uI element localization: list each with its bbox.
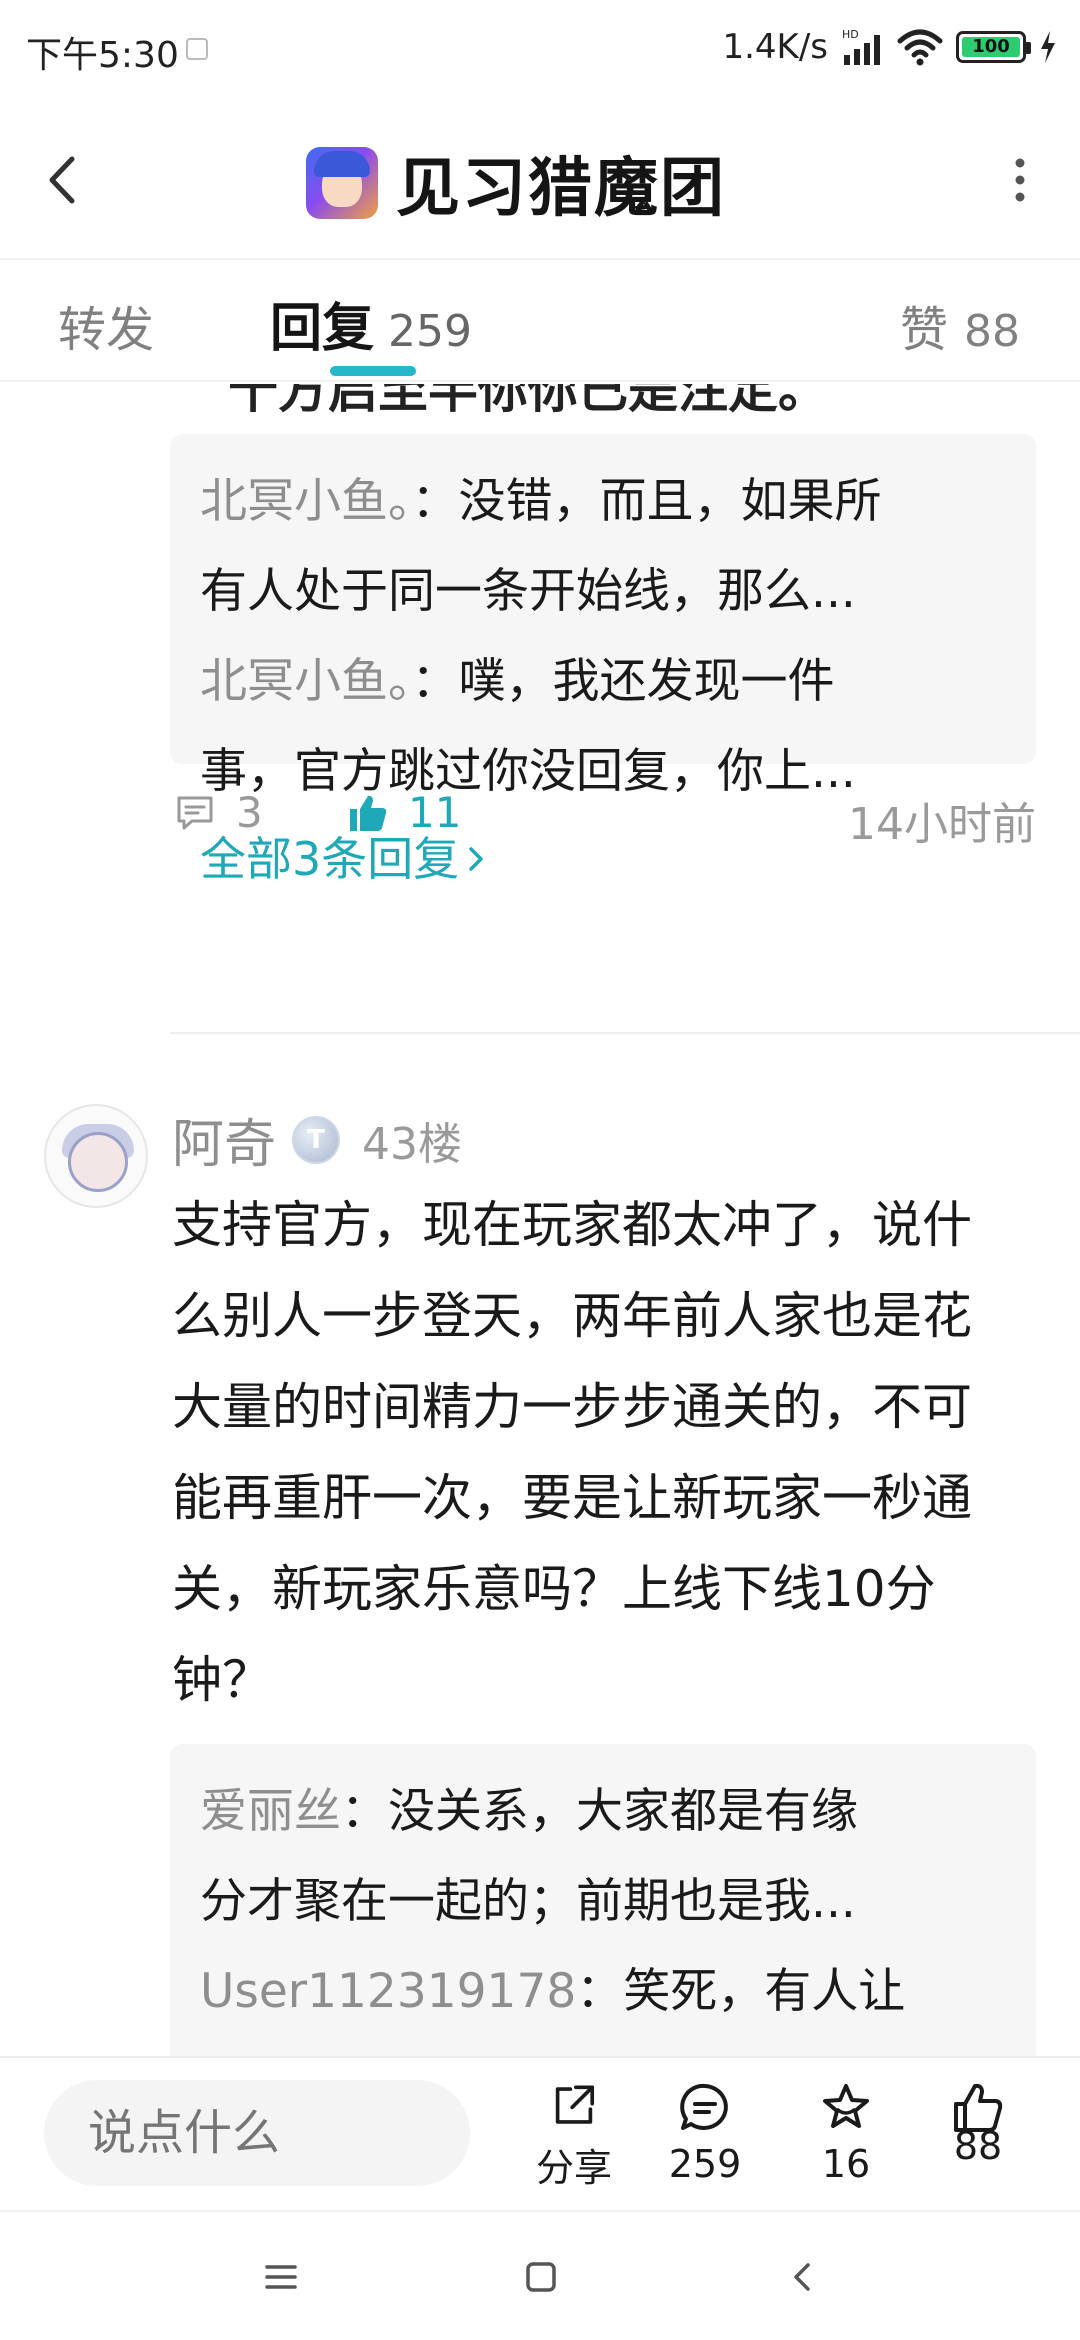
level-badge: T: [292, 1115, 341, 1164]
battery-icon: 100: [956, 31, 1031, 63]
group-title[interactable]: 见习猎魔团: [306, 140, 726, 226]
sub-reply[interactable]: User112319178：笑死，有人让: [200, 1946, 1006, 2038]
star-icon: [823, 2084, 869, 2128]
share-label: 分享: [535, 2146, 612, 2190]
menu-button[interactable]: [246, 2242, 316, 2312]
page-title: 见习猎魔团: [396, 152, 726, 226]
system-navigation-bar: [0, 2210, 1080, 2340]
like-button[interactable]: 88: [918, 2080, 1038, 2192]
home-icon: [526, 2262, 556, 2292]
sub-reply-user[interactable]: User112319178: [200, 1964, 576, 2019]
sub-reply-colon: ：: [411, 654, 459, 709]
sub-reply-continuation: 有人处于同一条开始线，那么...: [200, 564, 856, 619]
wifi-icon: [897, 29, 943, 66]
back-icon: [49, 156, 75, 204]
comment-input[interactable]: [44, 2080, 470, 2186]
reply-timestamp: 14小时前: [848, 799, 1036, 850]
avatar[interactable]: [44, 1104, 148, 1208]
top-app-bar: 见习猎魔团: [0, 100, 1080, 260]
tab-active-indicator: [330, 366, 416, 376]
status-indicators: 1.4K/s HD 100: [722, 24, 1058, 70]
share-button[interactable]: 分享: [514, 2080, 634, 2192]
menu-icon: [265, 2265, 297, 2289]
avatar-face: [68, 1132, 128, 1192]
tab-like-label: 赞: [899, 302, 948, 358]
tab-reply[interactable]: 回复 259: [270, 286, 472, 361]
reply-body[interactable]: 支持官方，现在玩家都太冲了，说什么别人一步登天，两年前人家也是花大量的时间精力一…: [172, 1180, 1012, 1726]
sub-reply[interactable]: 北冥小鱼。：噗，我还发现一件: [200, 636, 1006, 728]
tab-like[interactable]: 赞 88: [900, 290, 1020, 360]
post-tabs: 转发 回复 259 赞 88: [0, 262, 1080, 382]
sub-reply-continuation: 分才聚在一起的；前期也是我...: [200, 1874, 856, 1929]
home-button[interactable]: [506, 2242, 576, 2312]
reply-divider: [170, 1032, 1080, 1034]
more-button[interactable]: [990, 150, 1050, 210]
floor-number: 43楼: [362, 1118, 463, 1170]
sub-reply-box[interactable]: 爱丽丝：没关系，大家都是有缘 分才聚在一起的；前期也是我... User1123…: [170, 1744, 1036, 2056]
tab-like-count: 88: [964, 306, 1020, 357]
status-bar: 下午5:30 1.4K/s HD 100: [0, 0, 1080, 100]
previous-post-cut-text: 十方启至半你你已是注定。: [228, 384, 828, 419]
sub-reply-box[interactable]: 北冥小鱼。：没错，而且，如果所 有人处于同一条开始线，那么... 北冥小鱼。：噗…: [170, 434, 1036, 886]
more-icon: [1015, 158, 1025, 202]
comment-count: 3: [236, 788, 263, 837]
sub-reply-colon: ：: [576, 1964, 624, 2019]
like-action[interactable]: 11: [346, 788, 461, 837]
tab-forward[interactable]: 转发: [58, 290, 154, 360]
network-speed: 1.4K/s: [722, 27, 828, 67]
favorite-button[interactable]: 16: [786, 2080, 906, 2192]
comment-bubble-icon: [680, 2083, 728, 2130]
reply-header: 阿奇 T 43楼: [172, 1102, 462, 1177]
sim-icon: [186, 38, 208, 60]
network-tag: HD: [842, 28, 859, 41]
back-button[interactable]: [30, 145, 100, 215]
sub-reply-user[interactable]: 北冥小鱼。: [200, 474, 412, 529]
nav-back-button[interactable]: [768, 2242, 838, 2312]
sub-reply-text: 笑死，有人让: [623, 1964, 906, 2019]
comment-button[interactable]: 259: [645, 2080, 765, 2192]
sub-reply-colon: ：: [341, 1784, 388, 1839]
like-total: 88: [953, 2124, 1003, 2168]
battery-level: 100: [962, 37, 1020, 57]
reply-list[interactable]: 十方启至半你你已是注定。 北冥小鱼。：没错，而且，如果所 有人处于同一条开始线，…: [0, 384, 1080, 2056]
bottom-action-bar: 分享 259 16 88: [0, 2056, 1080, 2210]
tab-reply-count: 259: [388, 306, 472, 357]
sub-reply-user[interactable]: 爱丽丝: [200, 1784, 341, 1839]
sub-reply-colon: ：: [411, 474, 459, 529]
like-count: 11: [408, 788, 462, 837]
nav-back-icon: [794, 2263, 810, 2291]
signal-icon: HD: [842, 28, 880, 65]
sub-reply-text: 噗，我还发现一件: [458, 654, 835, 709]
sub-reply[interactable]: 北冥小鱼。：没错，而且，如果所: [200, 456, 1006, 548]
share-icon: [555, 2085, 595, 2124]
status-time: 下午5:30: [26, 35, 179, 76]
sub-reply-text: 没关系，大家都是有缘: [388, 1784, 858, 1839]
comment-icon: [177, 796, 213, 829]
thumbs-up-icon: [350, 795, 387, 831]
charging-icon: [1041, 31, 1055, 63]
reply-actions: 3 11 14小时前: [170, 774, 1036, 854]
reply-username[interactable]: 阿奇: [172, 1102, 276, 1177]
favorite-count: 16: [821, 2142, 871, 2186]
sub-reply[interactable]: 爱丽丝：没关系，大家都是有缘: [200, 1766, 1006, 1858]
sub-reply-user[interactable]: 北冥小鱼。: [200, 654, 412, 709]
comment-action[interactable]: 3: [174, 788, 263, 837]
comment-total: 259: [668, 2142, 742, 2186]
tab-reply-label: 回复: [270, 299, 375, 359]
group-avatar[interactable]: [306, 147, 378, 219]
sub-reply-text: 没错，而且，如果所: [458, 474, 882, 529]
